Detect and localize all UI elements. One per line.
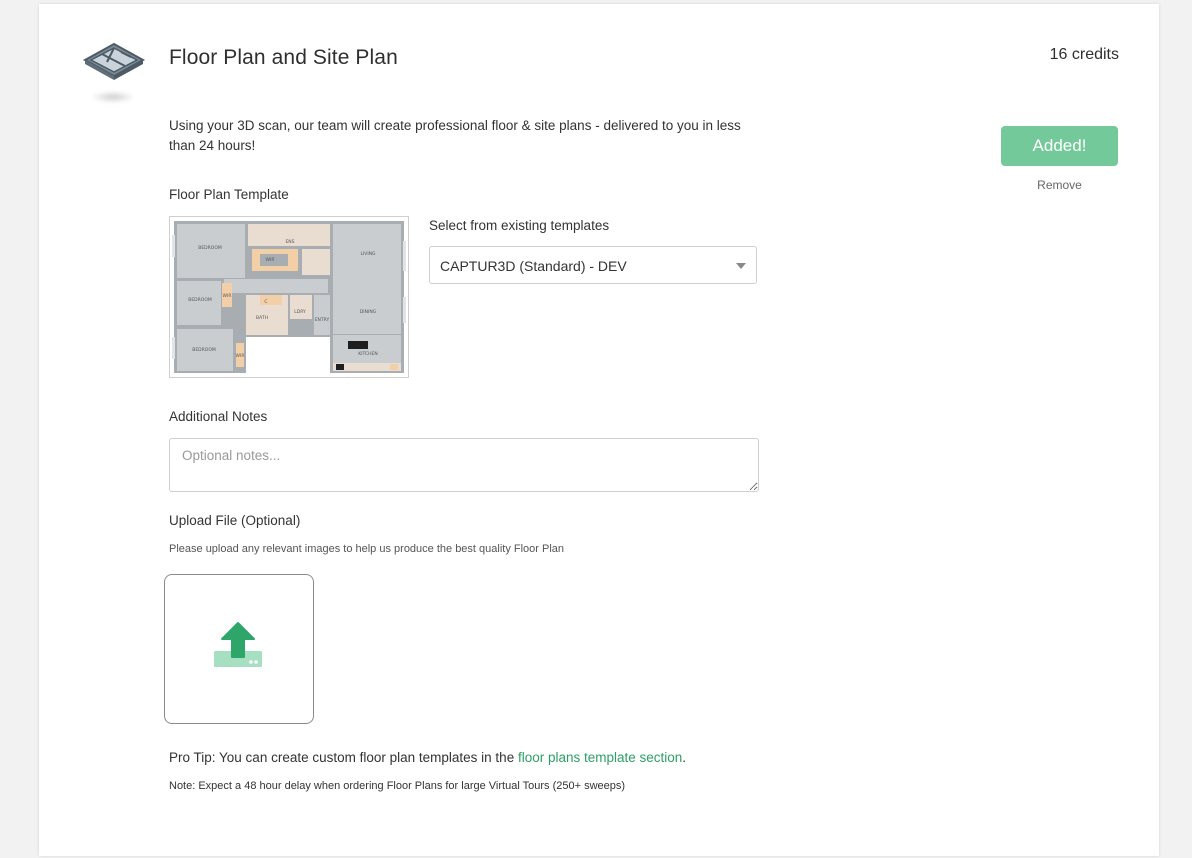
upload-dropzone[interactable] bbox=[164, 574, 314, 724]
room-label: DINING bbox=[360, 309, 377, 315]
upload-file-label: Upload File (Optional) bbox=[169, 513, 301, 528]
upload-icon bbox=[214, 622, 262, 667]
added-button[interactable]: Added! bbox=[1001, 126, 1118, 166]
room-label: BEDROOM bbox=[198, 245, 222, 251]
room-label: BATH bbox=[256, 315, 268, 321]
room-label: C bbox=[264, 299, 267, 305]
floor-plan-template-label: Floor Plan Template bbox=[169, 187, 289, 202]
room-label: WIR bbox=[223, 293, 232, 299]
pro-tip: Pro Tip: You can create custom floor pla… bbox=[169, 750, 686, 765]
additional-notes-label: Additional Notes bbox=[169, 409, 268, 424]
room-label: BEDROOM bbox=[192, 347, 216, 353]
template-select[interactable]: CAPTUR3D (Standard) - DEV bbox=[429, 246, 757, 284]
template-select-value: CAPTUR3D (Standard) - DEV bbox=[440, 258, 627, 274]
room-label: WIR bbox=[266, 257, 275, 263]
floor-plan-icon bbox=[81, 40, 147, 110]
upload-help-text: Please upload any relevant images to hel… bbox=[169, 543, 565, 555]
product-title: Floor Plan and Site Plan bbox=[169, 46, 398, 69]
delay-note: Note: Expect a 48 hour delay when orderi… bbox=[169, 780, 626, 792]
room-label: WIR bbox=[236, 353, 245, 359]
product-description: Using your 3D scan, our team will create… bbox=[169, 118, 741, 153]
product-card: Floor Plan and Site Plan 16 credits Usin… bbox=[39, 4, 1159, 856]
remove-link[interactable]: Remove bbox=[1001, 178, 1118, 192]
room-label: LDRY bbox=[294, 309, 306, 315]
pro-tip-suffix: . bbox=[682, 750, 687, 765]
pro-tip-text: Pro Tip: You can create custom floor pla… bbox=[169, 750, 518, 765]
room-label: ENTRY bbox=[315, 317, 330, 323]
room-label: LIVING bbox=[360, 251, 376, 257]
room-label: ENS bbox=[285, 239, 294, 245]
additional-notes-input[interactable] bbox=[169, 438, 759, 492]
room-label: KITCHEN bbox=[358, 351, 378, 357]
floor-plan-template-preview[interactable]: BEDROOM BEDROOM BEDROOM LIVING DINING KI… bbox=[169, 216, 409, 378]
caret-down-icon bbox=[736, 263, 746, 269]
floor-plan-drawing: BEDROOM BEDROOM BEDROOM LIVING DINING KI… bbox=[170, 217, 408, 377]
credits-price: 16 credits bbox=[1049, 46, 1119, 63]
room-label: BEDROOM bbox=[188, 297, 212, 303]
floor-plans-template-link[interactable]: floor plans template section bbox=[518, 750, 682, 765]
select-template-label: Select from existing templates bbox=[429, 218, 610, 233]
